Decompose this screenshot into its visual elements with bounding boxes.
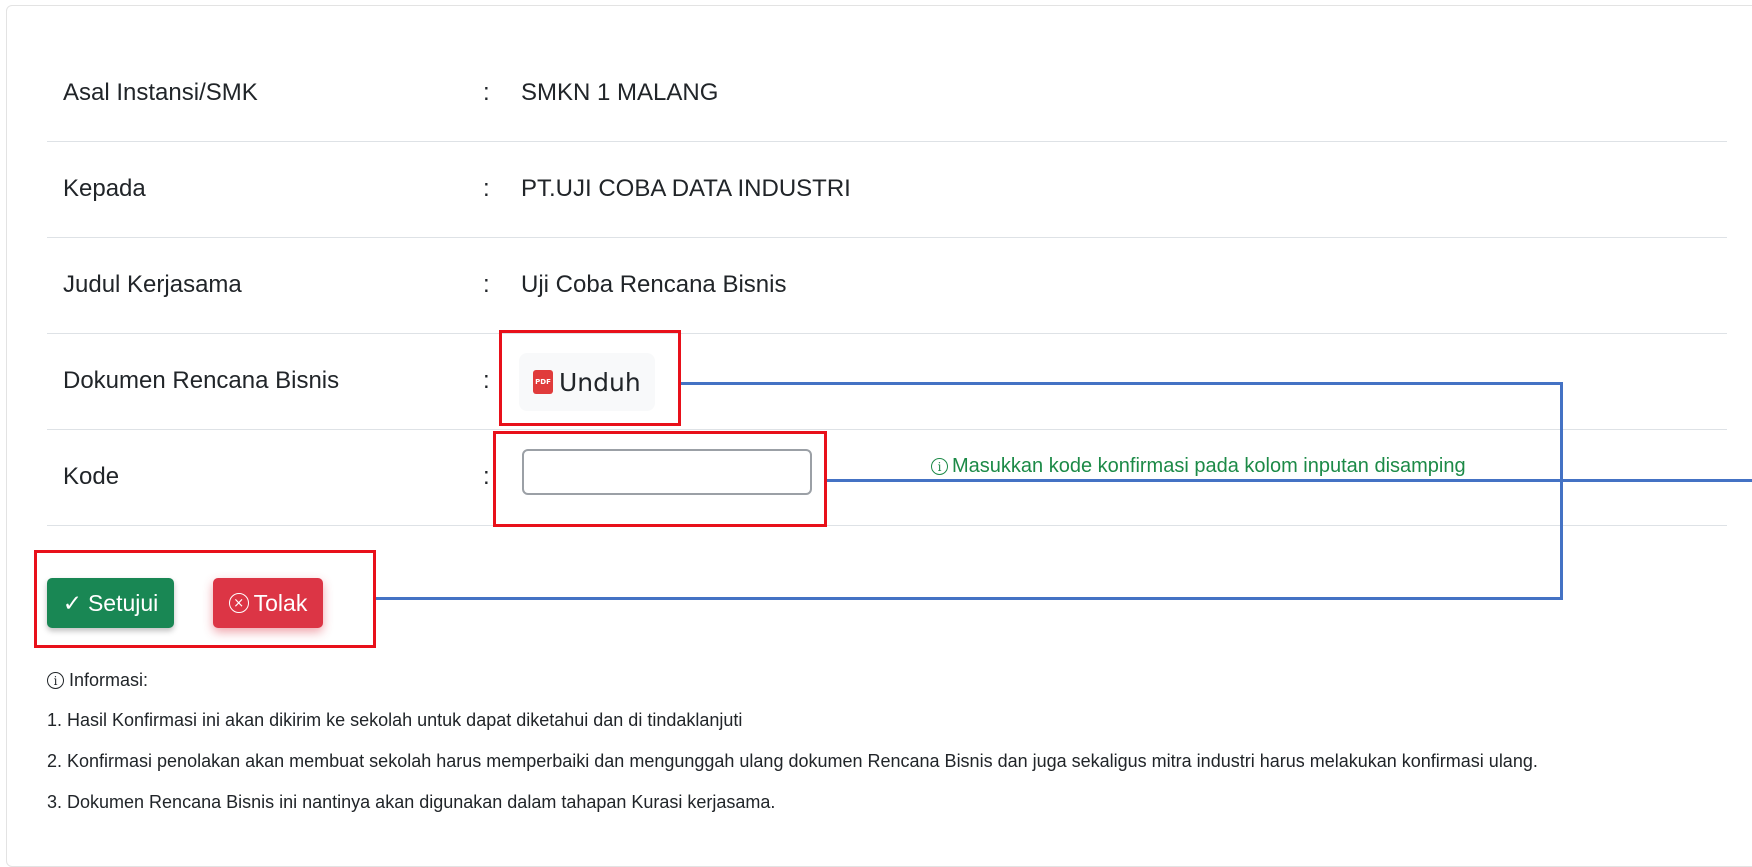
field-colon: : [483,271,490,298]
reject-button-label: Tolak [253,589,308,616]
info-item: 3. Dokumen Rencana Bisnis ini nantinya a… [47,792,776,812]
info-item: 1. Hasil Konfirmasi ini akan dikirim ke … [47,710,743,730]
field-row-judul-kerjasama: Judul Kerjasama : Uji Coba Rencana Bisni… [47,237,1727,334]
field-label: Kode [63,463,120,490]
field-value-asal-instansi: SMKN 1 MALANG [521,79,719,106]
info-heading: i Informasi: [47,670,1538,691]
field-label: Kepada [63,175,146,202]
field-row-kepada: Kepada : PT.UJI COBA DATA INDUSTRI [47,141,1727,238]
info-icon: i [931,458,948,475]
field-value-judul-kerjasama: Uji Coba Rencana Bisnis [521,271,787,298]
info-item: 2. Konfirmasi penolakan akan membuat sek… [47,751,1538,771]
field-colon: : [483,175,490,202]
download-button-label: Unduh [559,367,641,397]
code-input[interactable] [522,449,812,495]
approve-button[interactable]: ✓ Setujui [47,578,174,628]
field-colon: : [483,367,490,394]
pdf-icon-text: PDF [535,378,551,386]
hint-text: i Masukkan kode konfirmasi pada kolom in… [931,455,1466,478]
field-label: Asal Instansi/SMK [63,79,258,106]
field-row-dokumen: Dokumen Rencana Bisnis : PDF Unduh [47,333,1727,430]
field-colon: : [483,79,490,106]
info-icon: i [47,672,64,689]
pdf-file-icon: PDF [533,370,553,394]
reject-button[interactable]: × Tolak [213,578,323,628]
hint-label: Masukkan kode konfirmasi pada kolom inpu… [952,455,1466,477]
info-title-text: Informasi: [69,670,149,690]
close-circle-icon: × [228,593,249,613]
field-row-kode: Kode : [47,429,1727,526]
info-section: i Informasi: 1. Hasil Konfirmasi ini aka… [47,670,1538,833]
field-value-kepada: PT.UJI COBA DATA INDUSTRI [521,175,851,202]
field-label: Dokumen Rencana Bisnis [63,367,340,394]
field-label: Judul Kerjasama [63,271,242,298]
field-colon: : [483,463,490,490]
approve-button-label: Setujui [87,589,159,616]
field-row-asal-instansi: Asal Instansi/SMK : SMKN 1 MALANG [47,45,1727,142]
check-icon: ✓ [62,589,82,616]
download-button[interactable]: PDF Unduh [519,353,655,411]
